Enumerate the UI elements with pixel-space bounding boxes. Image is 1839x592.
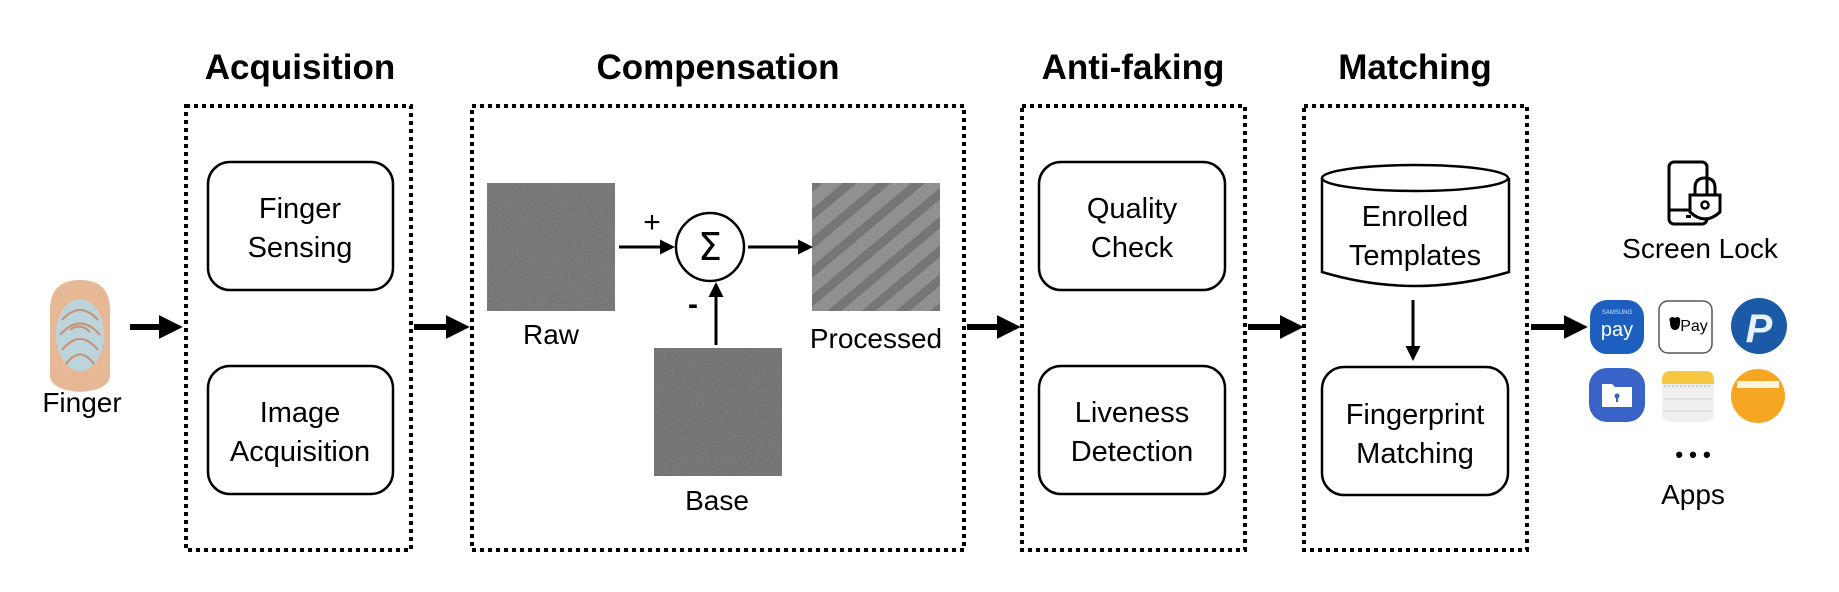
- svg-text:Image: Image: [260, 397, 341, 429]
- database-enrolled-templates: Enrolled Templates: [1320, 163, 1511, 288]
- notes-icon: [1662, 371, 1714, 422]
- svg-text:Finger: Finger: [259, 193, 342, 225]
- base-label: Base: [685, 485, 749, 516]
- svg-text:pay: pay: [1601, 319, 1633, 341]
- plus-sign: +: [643, 206, 661, 239]
- wallet-icon: [1731, 369, 1785, 423]
- phone-lock-icon: [1667, 160, 1722, 226]
- block-image-acquisition: Image Acquisition: [206, 364, 395, 496]
- summation-node: Σ: [674, 211, 746, 283]
- block-liveness-detection: Liveness Detection: [1037, 364, 1227, 496]
- base-image: [654, 348, 782, 476]
- finger-input: Finger: [42, 280, 122, 418]
- raw-label: Raw: [523, 319, 580, 350]
- stage-matching: Matching Enrolled Templates Fingerprint …: [1302, 48, 1529, 552]
- finger-label: Finger: [42, 387, 121, 418]
- secure-folder-icon: [1589, 368, 1645, 422]
- samsung-pay-icon: SAMSUNG pay: [1590, 300, 1644, 354]
- svg-text:Fingerprint: Fingerprint: [1346, 399, 1485, 431]
- svg-text:Liveness: Liveness: [1075, 397, 1189, 429]
- outputs: Screen Lock SAMSUNG pay Pay P • • • Apps: [1589, 160, 1787, 510]
- paypal-icon: P: [1731, 298, 1787, 354]
- processed-image: [812, 183, 940, 311]
- svg-text:SAMSUNG: SAMSUNG: [1602, 310, 1633, 316]
- stage-acquisition: Acquisition Finger Sensing Image Acquisi…: [184, 48, 413, 552]
- svg-text:P: P: [1746, 307, 1773, 351]
- stage-compensation: Compensation Raw Base Processed Σ + -: [470, 48, 966, 552]
- svg-text:Acquisition: Acquisition: [230, 436, 370, 468]
- block-quality-check: Quality Check: [1037, 160, 1227, 292]
- svg-text:Sensing: Sensing: [248, 232, 353, 264]
- svg-text:Quality: Quality: [1087, 193, 1178, 225]
- svg-text:Check: Check: [1091, 232, 1174, 264]
- stage-title-anti-faking: Anti-faking: [1042, 48, 1225, 87]
- svg-text:Enrolled: Enrolled: [1362, 201, 1468, 233]
- raw-image: [487, 183, 615, 311]
- stage-title-compensation: Compensation: [596, 48, 839, 87]
- svg-text:Detection: Detection: [1071, 436, 1194, 468]
- screen-lock-label: Screen Lock: [1622, 233, 1779, 264]
- minus-sign: -: [688, 288, 698, 321]
- stage-title-acquisition: Acquisition: [205, 48, 396, 87]
- fingerprint-pipeline-diagram: Finger Acquisition Finger Sensing Image …: [42, 48, 1787, 552]
- apps-label: Apps: [1661, 479, 1725, 510]
- stage-title-matching: Matching: [1338, 48, 1492, 87]
- more-apps-ellipsis: • • •: [1675, 442, 1710, 467]
- processed-label: Processed: [810, 323, 942, 354]
- block-fingerprint-matching: Fingerprint Matching: [1320, 365, 1510, 497]
- svg-text:Pay: Pay: [1680, 318, 1708, 335]
- svg-text:Templates: Templates: [1349, 240, 1481, 272]
- svg-text:Matching: Matching: [1356, 438, 1474, 470]
- apple-pay-icon: Pay: [1658, 300, 1713, 354]
- block-finger-sensing: Finger Sensing: [206, 160, 395, 292]
- sigma-symbol: Σ: [698, 225, 722, 269]
- stage-anti-faking: Anti-faking Quality Check Liveness Detec…: [1020, 48, 1247, 552]
- finger-icon: [50, 280, 110, 392]
